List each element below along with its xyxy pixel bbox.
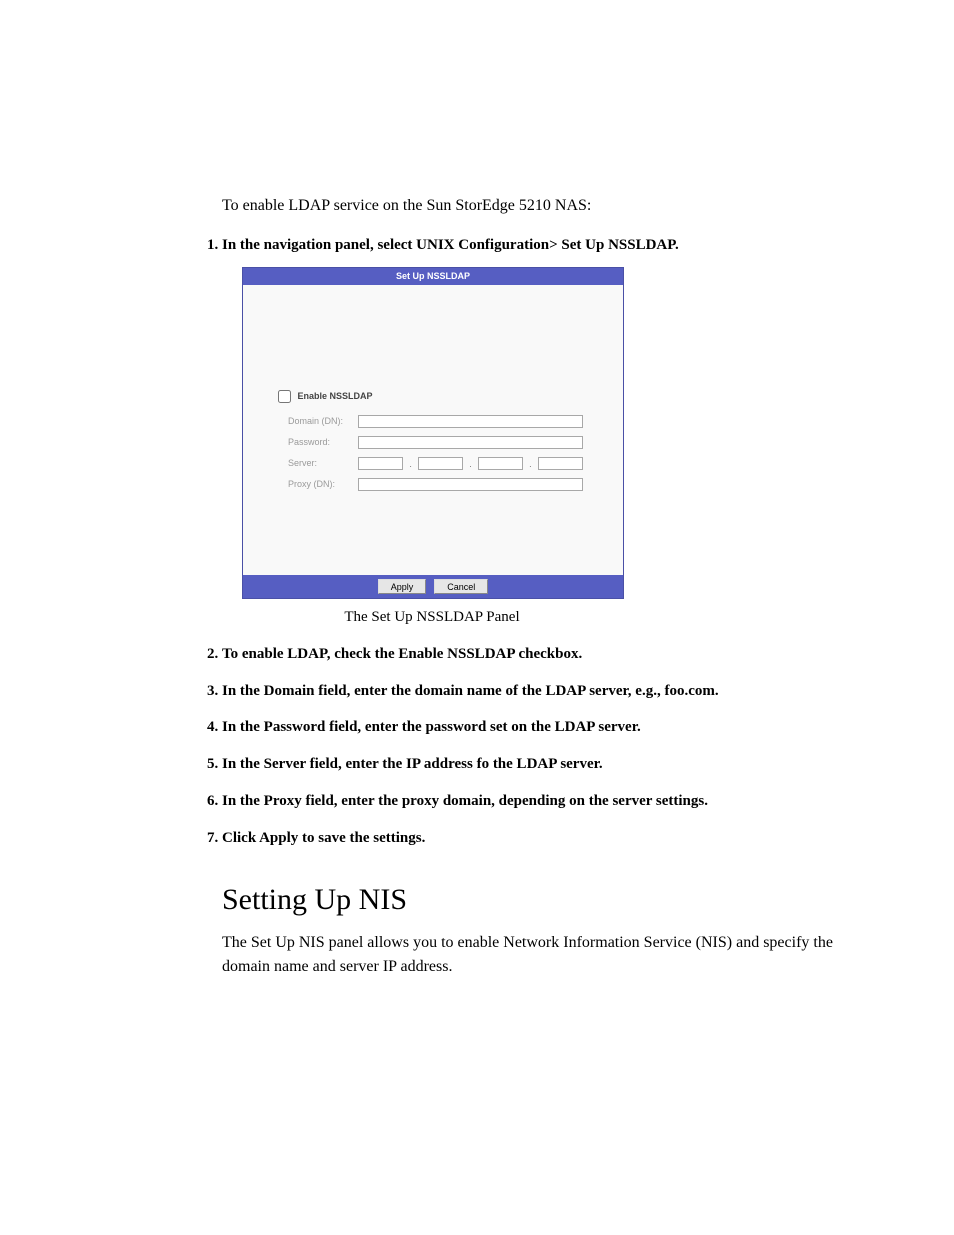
cancel-button[interactable]: Cancel bbox=[434, 579, 488, 594]
step-6: In the Proxy field, enter the proxy doma… bbox=[222, 791, 834, 813]
server-ip-octet-2[interactable] bbox=[418, 457, 463, 470]
domain-label: Domain (DN): bbox=[288, 415, 358, 428]
password-input[interactable] bbox=[358, 436, 583, 449]
section-body-nis: The Set Up NIS panel allows you to enabl… bbox=[222, 931, 834, 977]
panel-footer: Apply Cancel bbox=[243, 575, 623, 598]
apply-button[interactable]: Apply bbox=[378, 579, 427, 594]
nssldap-panel: Set Up NSSLDAP Enable NSSLDAP Domain (DN… bbox=[242, 267, 624, 599]
step-1-text: In the navigation panel, select UNIX Con… bbox=[222, 237, 679, 253]
section-heading-nis: Setting Up NIS bbox=[222, 883, 834, 917]
server-label: Server: bbox=[288, 457, 358, 470]
step-1: In the navigation panel, select UNIX Con… bbox=[222, 235, 834, 629]
proxy-label: Proxy (DN): bbox=[288, 478, 358, 491]
panel-title: Set Up NSSLDAP bbox=[243, 268, 623, 285]
enable-nssldap-label: Enable NSSLDAP bbox=[298, 391, 373, 401]
enable-nssldap-checkbox[interactable] bbox=[278, 390, 291, 403]
password-label: Password: bbox=[288, 436, 358, 449]
figure-caption: The Set Up NSSLDAP Panel bbox=[242, 607, 622, 629]
ip-dot-icon: . bbox=[463, 458, 478, 471]
step-4: In the Password field, enter the passwor… bbox=[222, 717, 834, 739]
ip-dot-icon: . bbox=[523, 458, 538, 471]
server-ip-octet-1[interactable] bbox=[358, 457, 403, 470]
step-5: In the Server field, enter the IP addres… bbox=[222, 754, 834, 776]
step-3: In the Domain field, enter the domain na… bbox=[222, 681, 834, 703]
domain-input[interactable] bbox=[358, 415, 583, 428]
panel-body: Enable NSSLDAP Domain (DN): Password: Se… bbox=[243, 285, 623, 575]
server-ip-octet-4[interactable] bbox=[538, 457, 583, 470]
intro-text: To enable LDAP service on the Sun StorEd… bbox=[222, 195, 834, 217]
server-ip-octet-3[interactable] bbox=[478, 457, 523, 470]
step-2: To enable LDAP, check the Enable NSSLDAP… bbox=[222, 644, 834, 666]
ip-dot-icon: . bbox=[403, 458, 418, 471]
server-ip-row: . . . bbox=[358, 457, 583, 470]
step-7: Click Apply to save the settings. bbox=[222, 828, 834, 850]
proxy-input[interactable] bbox=[358, 478, 583, 491]
